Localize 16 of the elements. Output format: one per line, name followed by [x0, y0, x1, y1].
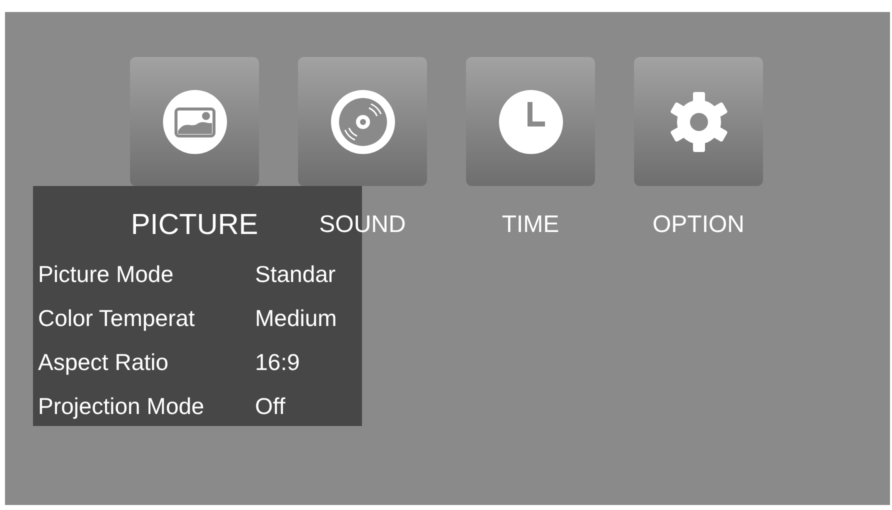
- setting-label[interactable]: Color Temperat: [38, 306, 255, 330]
- setting-value[interactable]: 16:9: [255, 350, 300, 374]
- clock-icon: [498, 90, 562, 154]
- menu-tile[interactable]: [634, 57, 763, 186]
- setting-value[interactable]: Off: [255, 394, 286, 418]
- setting-label[interactable]: Picture Mode: [38, 262, 255, 286]
- setting-value[interactable]: Standar: [255, 262, 336, 286]
- disc-icon: [330, 90, 394, 154]
- setting-label[interactable]: Aspect Ratio: [38, 350, 255, 374]
- menu-tile[interactable]: [466, 57, 595, 186]
- menu-tile[interactable]: [298, 57, 427, 186]
- setting-value[interactable]: Medium: [255, 306, 337, 330]
- picture-icon: [162, 90, 226, 154]
- menu-tab[interactable]: PICTURE: [130, 210, 258, 240]
- menu-tile[interactable]: [130, 57, 259, 186]
- setting-label[interactable]: Projection Mode: [38, 394, 255, 418]
